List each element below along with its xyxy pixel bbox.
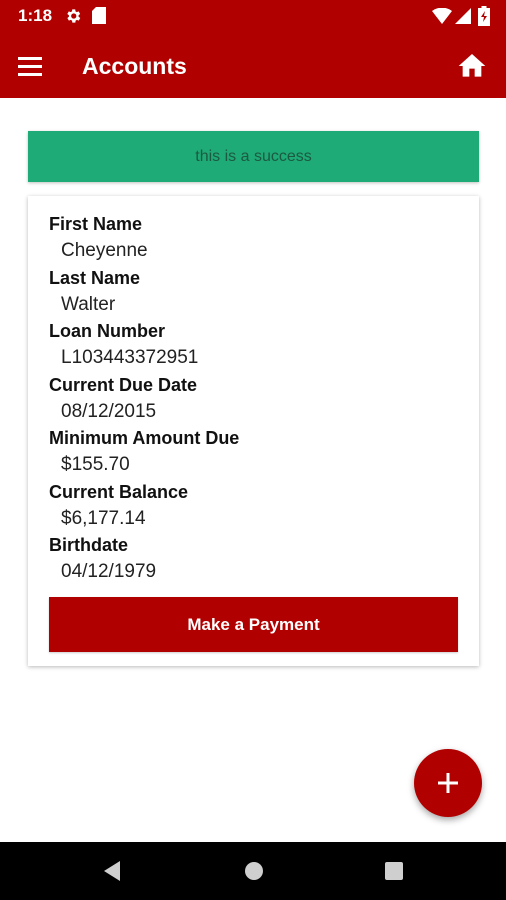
current-due-date-label: Current Due Date xyxy=(49,375,198,395)
battery-charging-icon xyxy=(478,6,490,26)
sd-card-icon xyxy=(92,7,106,24)
current-balance-value: $6,177.14 xyxy=(61,508,146,529)
nav-back-button[interactable] xyxy=(100,858,126,884)
current-due-date-value: 08/12/2015 xyxy=(61,401,157,422)
success-alert: this is a success xyxy=(28,131,479,182)
loan-number-field: Loan Number L103443372951 xyxy=(49,320,198,369)
current-due-date-field: Current Due Date 08/12/2015 xyxy=(49,374,197,423)
minimum-amount-due-label: Minimum Amount Due xyxy=(49,428,240,448)
home-icon xyxy=(458,54,486,77)
minimum-amount-due-field: Minimum Amount Due $155.70 xyxy=(49,427,239,476)
last-name-label: Last Name xyxy=(49,268,141,288)
account-card: First Name Cheyenne Last Name Walter Loa… xyxy=(28,196,479,666)
nav-recents-button[interactable] xyxy=(381,858,407,884)
status-time: 1:18 xyxy=(18,6,53,25)
make-payment-button[interactable]: Make a Payment xyxy=(49,597,458,652)
status-bar: 1:18 xyxy=(0,0,506,34)
wifi-icon xyxy=(432,8,452,24)
loan-number-value: L103443372951 xyxy=(61,347,199,368)
birthdate-value: 04/12/1979 xyxy=(61,561,157,582)
menu-button[interactable] xyxy=(12,48,48,84)
app-bar: Accounts xyxy=(0,34,506,98)
last-name-value: Walter xyxy=(61,294,116,315)
first-name-field: First Name Cheyenne xyxy=(49,213,148,262)
cell-signal-icon xyxy=(455,8,471,24)
back-icon xyxy=(104,861,120,881)
plus-icon xyxy=(438,773,458,793)
current-balance-field: Current Balance $6,177.14 xyxy=(49,481,188,530)
add-fab-button[interactable] xyxy=(414,749,482,817)
system-nav-bar xyxy=(0,842,506,900)
first-name-value: Cheyenne xyxy=(61,240,148,261)
recents-icon xyxy=(385,862,403,880)
page-title: Accounts xyxy=(82,53,187,79)
minimum-amount-due-value: $155.70 xyxy=(61,454,130,475)
home-circle-icon xyxy=(245,862,263,880)
first-name-label: First Name xyxy=(49,214,143,234)
menu-icon xyxy=(18,57,42,76)
home-button[interactable] xyxy=(456,50,488,82)
settings-gear-icon xyxy=(67,9,81,23)
birthdate-field: Birthdate 04/12/1979 xyxy=(49,534,156,583)
last-name-field: Last Name Walter xyxy=(49,267,140,316)
loan-number-label: Loan Number xyxy=(49,321,166,341)
nav-home-button[interactable] xyxy=(241,858,267,884)
current-balance-label: Current Balance xyxy=(49,482,189,502)
birthdate-label: Birthdate xyxy=(49,535,129,555)
